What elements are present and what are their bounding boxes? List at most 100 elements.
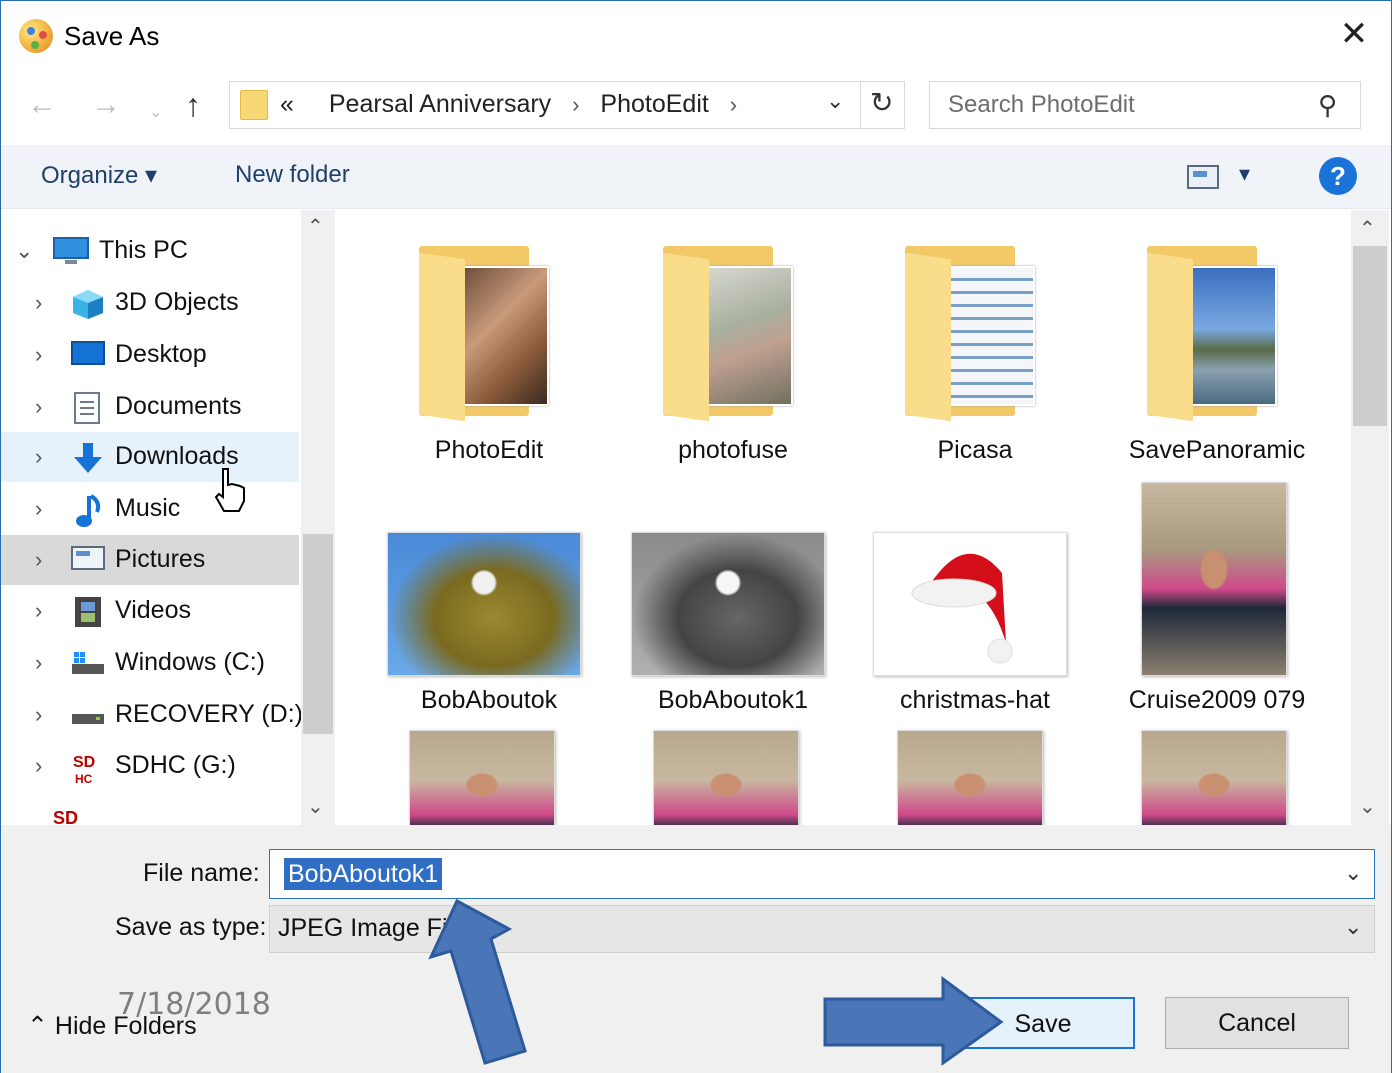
monitor-icon bbox=[53, 236, 89, 266]
santa-hat-icon bbox=[911, 553, 1013, 664]
recent-locations-chevron-icon[interactable]: ⌄ bbox=[149, 93, 162, 133]
nav-item-this-pc[interactable]: ⌄ This PC bbox=[1, 226, 299, 276]
nav-item-videos[interactable]: › Videos bbox=[1, 586, 299, 636]
nav-item-3d-objects[interactable]: › 3D Objects bbox=[1, 278, 299, 328]
chevron-right-icon[interactable]: › bbox=[35, 702, 42, 728]
save-as-type-value: JPEG Image Fil bbox=[278, 914, 454, 942]
file-name-label: PhotoEdit bbox=[434, 436, 544, 464]
folder-icon bbox=[663, 246, 793, 422]
chevron-right-icon[interactable]: › bbox=[35, 650, 42, 676]
file-name-input[interactable]: BobAboutok1 ⌄ bbox=[269, 849, 1375, 899]
scroll-down-icon[interactable]: ⌄ bbox=[1359, 794, 1376, 819]
document-icon bbox=[73, 392, 105, 424]
nav-item-label: Windows (C:) bbox=[115, 648, 266, 676]
nav-item-recovery-d[interactable]: › RECOVERY (D:) bbox=[1, 690, 303, 740]
address-bar[interactable]: « Pearsal Anniversary › PhotoEdit › ⌄ ↻ bbox=[229, 81, 905, 129]
nav-item-label: 3D Objects bbox=[115, 288, 239, 316]
search-icon[interactable]: ⚲ bbox=[1318, 90, 1337, 121]
drive-icon bbox=[71, 700, 104, 730]
save-as-type-select[interactable]: JPEG Image Fil ⌄ bbox=[269, 905, 1375, 953]
pictures-icon bbox=[71, 545, 105, 575]
nav-item-music[interactable]: › Music bbox=[1, 484, 299, 534]
back-arrow-icon[interactable]: ← bbox=[27, 85, 57, 125]
chevron-right-icon[interactable]: › bbox=[35, 290, 42, 316]
scrollbar-thumb[interactable] bbox=[303, 534, 333, 734]
folder-icon bbox=[240, 90, 268, 120]
title-bar: Save As ✕ bbox=[1, 1, 1391, 69]
nav-item-label: Pictures bbox=[115, 545, 206, 573]
view-options-chevron-icon[interactable]: ▾ bbox=[1239, 161, 1250, 187]
nav-item-label: Documents bbox=[115, 392, 242, 420]
chevron-right-icon[interactable]: › bbox=[35, 547, 42, 573]
navigation-pane: ⌄ This PC › 3D Objects › Desktop › Docum… bbox=[1, 210, 335, 825]
chevron-right-icon[interactable]: › bbox=[35, 753, 42, 779]
help-icon[interactable]: ? bbox=[1319, 157, 1357, 195]
sd-card-icon: SD bbox=[53, 808, 79, 825]
scroll-up-icon[interactable]: ⌃ bbox=[1359, 216, 1376, 241]
chevron-right-icon[interactable]: › bbox=[35, 394, 42, 420]
nav-item-documents[interactable]: › Documents bbox=[1, 382, 299, 432]
folder-icon bbox=[1147, 246, 1277, 422]
chevron-down-icon[interactable]: ⌄ bbox=[1344, 914, 1362, 940]
chevron-down-icon[interactable]: ⌄ bbox=[1344, 860, 1362, 886]
breadcrumb-overflow[interactable]: « bbox=[280, 90, 294, 118]
chevron-right-icon[interactable]: › bbox=[35, 444, 42, 470]
chevron-right-icon[interactable]: › bbox=[35, 598, 42, 624]
nav-item-downloads[interactable]: › Downloads bbox=[1, 432, 299, 482]
file-name-label: christmas-hat bbox=[899, 686, 1051, 714]
chevron-right-icon[interactable]: › bbox=[35, 342, 42, 368]
breadcrumb-separator[interactable]: › bbox=[572, 92, 579, 117]
image-thumbnail[interactable] bbox=[897, 730, 1043, 825]
breadcrumb-item-pearsal-anniversary[interactable]: Pearsal Anniversary bbox=[329, 90, 551, 118]
chevron-down-icon[interactable]: ⌄ bbox=[15, 238, 33, 264]
image-thumbnail[interactable] bbox=[653, 730, 799, 825]
forward-arrow-icon[interactable]: → bbox=[91, 85, 121, 125]
image-thumbnail[interactable] bbox=[409, 730, 555, 825]
nav-item-pictures[interactable]: › Pictures bbox=[1, 535, 299, 585]
file-list: PhotoEdit photofuse Picasa SavePanoramic… bbox=[335, 210, 1351, 825]
scroll-up-icon[interactable]: ⌃ bbox=[307, 214, 324, 239]
file-name-label: BobAboutok bbox=[420, 686, 558, 714]
chevron-down-icon[interactable]: ⌄ bbox=[826, 88, 844, 114]
search-box[interactable]: ⚲ bbox=[929, 81, 1361, 129]
folder-icon bbox=[905, 246, 1035, 422]
image-thumbnail[interactable] bbox=[1141, 730, 1287, 825]
drive-icon bbox=[71, 648, 104, 678]
file-name-label: BobAboutok1 bbox=[657, 686, 809, 714]
file-name-value[interactable]: BobAboutok1 bbox=[284, 858, 443, 890]
svg-text:HC: HC bbox=[75, 772, 93, 785]
organize-button[interactable]: Organize ▾ bbox=[41, 161, 157, 190]
cancel-button[interactable]: Cancel bbox=[1165, 997, 1349, 1049]
search-input[interactable] bbox=[948, 90, 1308, 120]
change-view-icon[interactable] bbox=[1187, 165, 1219, 189]
nav-item-windows-c[interactable]: › Windows (C:) bbox=[1, 638, 299, 688]
scrollbar-thumb[interactable] bbox=[1353, 246, 1387, 426]
breadcrumb-item-photoedit[interactable]: PhotoEdit bbox=[600, 90, 708, 118]
cube-icon bbox=[71, 288, 103, 319]
divider bbox=[860, 82, 861, 128]
desktop-icon bbox=[71, 340, 105, 370]
image-thumbnail bbox=[873, 532, 1067, 676]
save-button[interactable]: Save bbox=[951, 997, 1135, 1049]
nav-item-label: Videos bbox=[115, 596, 191, 624]
save-as-dialog: Save As ✕ ← → ⌄ ↑ « Pearsal Anniversary … bbox=[0, 0, 1392, 1073]
nav-item-desktop[interactable]: › Desktop bbox=[1, 330, 299, 380]
file-name-label: Picasa bbox=[937, 436, 1013, 464]
breadcrumb-separator[interactable]: › bbox=[730, 92, 737, 117]
file-name-label: File name: bbox=[143, 859, 260, 887]
nav-pane-scrollbar[interactable]: ⌃ ⌄ bbox=[301, 210, 335, 825]
sd-card-icon: SD HC bbox=[71, 751, 103, 786]
nav-item-partial[interactable]: SD bbox=[1, 802, 299, 825]
close-button[interactable]: ✕ bbox=[1331, 13, 1377, 57]
file-list-scrollbar[interactable]: ⌃ ⌄ bbox=[1351, 210, 1389, 825]
nav-item-sdhc-g[interactable]: › SD HC SDHC (G:) bbox=[1, 741, 299, 791]
nav-item-label: This PC bbox=[99, 236, 188, 264]
file-name-label: SavePanoramic bbox=[1128, 436, 1306, 464]
scroll-down-icon[interactable]: ⌄ bbox=[307, 794, 324, 819]
chevron-right-icon[interactable]: › bbox=[35, 496, 42, 522]
up-arrow-icon[interactable]: ↑ bbox=[185, 85, 201, 125]
new-folder-button[interactable]: New folder bbox=[235, 161, 350, 189]
nav-item-label: Music bbox=[115, 494, 181, 522]
nav-item-label: RECOVERY (D:) bbox=[115, 700, 304, 728]
refresh-icon[interactable]: ↻ bbox=[870, 86, 893, 119]
